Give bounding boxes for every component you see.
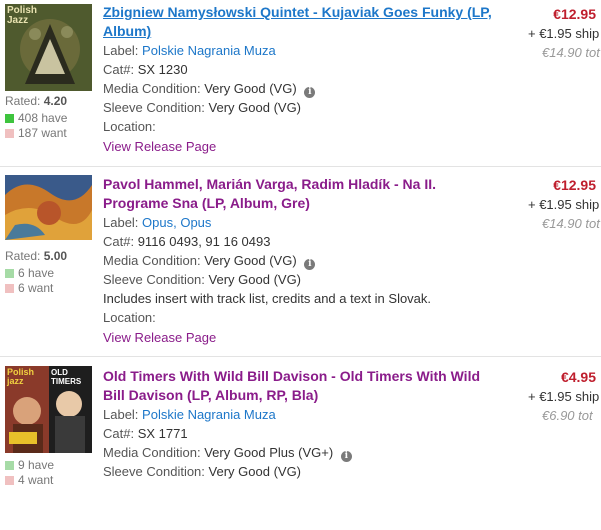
want-square-icon	[5, 128, 14, 138]
have-text: 9 have	[18, 458, 55, 472]
cat-row: Cat#: 9116 0493, 91 16 0493	[103, 232, 270, 251]
media-value: Very Good (VG)	[204, 81, 297, 96]
sleeve-value: Very Good (VG)	[208, 272, 302, 287]
price: €4.95	[560, 369, 596, 385]
view-release-link[interactable]: View Release Page	[103, 139, 216, 154]
want-square-icon	[5, 475, 14, 485]
cat-key: Cat#:	[103, 62, 135, 77]
sleeve-value: Very Good (VG)	[208, 100, 302, 115]
shipping: + €1.95 ship	[528, 197, 600, 212]
total: €14.90 tot	[542, 216, 600, 231]
want-square-icon	[5, 283, 14, 293]
cat-key: Cat#:	[103, 234, 135, 249]
sleeve-key: Sleeve Condition:	[103, 100, 205, 115]
listing-item: Rated: 5.00 6 have 6 want Pavol Hammel, …	[0, 171, 601, 345]
label-link[interactable]: Polskie Nagrania Muza	[142, 43, 276, 58]
listing-item: Polish Jazz Rated: 4.20 408 have 187 wan…	[0, 0, 601, 168]
album-cover[interactable]: Polish Jazz	[5, 4, 92, 91]
rating-value: 5.00	[43, 249, 68, 263]
rating-value: 4.20	[43, 94, 68, 108]
total: €6.90 tot	[542, 408, 593, 423]
location-key: Location:	[103, 310, 156, 325]
cover-text-right: OLD TIMERS	[51, 368, 82, 386]
cat-value: 9116 0493, 91 16 0493	[137, 234, 271, 249]
media-condition-row: Media Condition: Very Good Plus (VG+) i	[103, 443, 352, 462]
location-row: Location:	[103, 117, 156, 136]
sleeve-key: Sleeve Condition:	[103, 464, 205, 479]
sleeve-condition-row: Sleeve Condition: Very Good (VG)	[103, 98, 301, 117]
shipping: + €1.95 ship	[528, 389, 600, 404]
label-row: Label: Opus, Opus	[103, 213, 211, 232]
media-condition-row: Media Condition: Very Good (VG) i	[103, 251, 316, 270]
total: €14.90 tot	[542, 45, 600, 60]
location-row: Location:	[103, 308, 156, 327]
rating-label: Rated:	[5, 249, 41, 263]
label-row: Label: Polskie Nagrania Muza	[103, 405, 276, 424]
label-key: Label:	[103, 407, 139, 422]
location-key: Location:	[103, 119, 156, 134]
cat-key: Cat#:	[103, 426, 135, 441]
have-square-icon	[5, 113, 14, 123]
want-count[interactable]: 187 want	[5, 126, 67, 140]
want-text: 6 want	[18, 281, 54, 295]
info-icon[interactable]: i	[340, 451, 352, 462]
price: €12.95	[553, 6, 596, 22]
have-count[interactable]: 408 have	[5, 111, 67, 125]
media-key: Media Condition:	[103, 253, 201, 268]
rating: Rated: 5.00	[5, 249, 67, 263]
cover-text: Polish Jazz	[7, 5, 38, 26]
want-text: 187 want	[18, 126, 67, 140]
divider	[0, 166, 601, 167]
album-cover[interactable]: Polish jazz OLD TIMERS	[5, 366, 92, 453]
rating-label: Rated:	[5, 94, 41, 108]
label-key: Label:	[103, 215, 139, 230]
label-key: Label:	[103, 43, 139, 58]
want-count[interactable]: 6 want	[5, 281, 53, 295]
item-title[interactable]: Old Timers With Wild Bill Davison - Old …	[103, 367, 503, 405]
media-condition-row: Media Condition: Very Good (VG) i	[103, 79, 316, 98]
divider	[0, 356, 601, 357]
media-value: Very Good (VG)	[204, 253, 297, 268]
have-count[interactable]: 9 have	[5, 458, 54, 472]
have-count[interactable]: 6 have	[5, 266, 54, 280]
sleeve-condition-row: Sleeve Condition: Very Good (VG)	[103, 270, 301, 289]
sleeve-condition-row: Sleeve Condition: Very Good (VG)	[103, 462, 301, 481]
info-icon[interactable]: i	[304, 87, 316, 98]
cat-row: Cat#: SX 1230	[103, 60, 188, 79]
label-link[interactable]: Opus, Opus	[142, 215, 211, 230]
listing-item: Polish jazz OLD TIMERS 9 have 4 want Old…	[0, 362, 601, 530]
item-title[interactable]: Pavol Hammel, Marián Varga, Radim Hladík…	[103, 175, 503, 213]
have-text: 6 have	[18, 266, 55, 280]
cat-value: SX 1771	[137, 426, 188, 441]
view-release-link[interactable]: View Release Page	[103, 330, 216, 345]
price: €12.95	[553, 177, 596, 193]
want-count[interactable]: 4 want	[5, 473, 53, 487]
rating: Rated: 4.20	[5, 94, 67, 108]
cat-row: Cat#: SX 1771	[103, 424, 188, 443]
sleeve-value: Very Good (VG)	[208, 464, 302, 479]
cat-value: SX 1230	[137, 62, 188, 77]
shipping: + €1.95 ship	[528, 26, 600, 41]
cover-text-left: Polish jazz	[7, 367, 35, 386]
seller-comment: Includes insert with track list, credits…	[103, 291, 432, 306]
have-square-icon	[5, 268, 14, 278]
info-icon[interactable]: i	[304, 259, 316, 270]
have-square-icon	[5, 460, 14, 470]
sleeve-key: Sleeve Condition:	[103, 272, 205, 287]
item-title[interactable]: Zbigniew Namysłowski Quintet - Kujaviak …	[103, 3, 503, 41]
label-row: Label: Polskie Nagrania Muza	[103, 41, 276, 60]
media-key: Media Condition:	[103, 445, 201, 460]
label-link[interactable]: Polskie Nagrania Muza	[142, 407, 276, 422]
want-text: 4 want	[18, 473, 54, 487]
media-value: Very Good Plus (VG+)	[204, 445, 334, 460]
have-text: 408 have	[18, 111, 68, 125]
media-key: Media Condition:	[103, 81, 201, 96]
